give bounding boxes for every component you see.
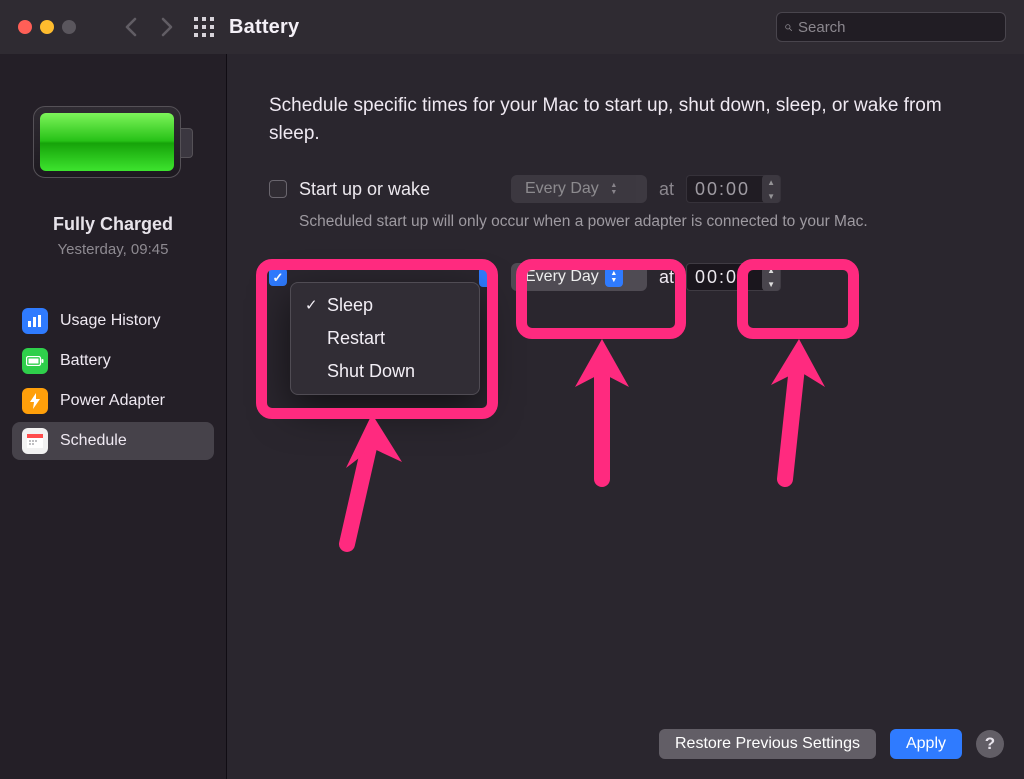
sidebar-item-label: Battery xyxy=(60,352,111,370)
calendar-icon xyxy=(22,428,48,454)
startup-note: Scheduled start up will only occur when … xyxy=(299,213,982,231)
sidebar-item-label: Schedule xyxy=(60,432,127,450)
menu-item-restart[interactable]: Restart xyxy=(297,322,473,355)
menu-item-label: Shut Down xyxy=(327,361,415,381)
startup-checkbox[interactable] xyxy=(269,180,287,198)
window-title: Battery xyxy=(229,16,299,39)
restore-button[interactable]: Restore Previous Settings xyxy=(659,729,876,759)
chart-icon xyxy=(22,308,48,334)
annotation-arrow-2 xyxy=(567,339,637,489)
startup-day-popup[interactable]: Every Day ▲▼ xyxy=(511,175,647,203)
battery-status: Fully Charged xyxy=(12,214,214,235)
main-panel: Schedule specific times for your Mac to … xyxy=(227,54,1024,779)
startup-label: Start up or wake xyxy=(299,179,499,200)
battery-icon xyxy=(22,348,48,374)
close-window-button[interactable] xyxy=(18,20,32,34)
menu-item-sleep[interactable]: ✓ Sleep xyxy=(297,289,473,322)
search-icon xyxy=(785,20,792,35)
startup-time-field[interactable]: 00:00 ▲▼ xyxy=(686,175,781,203)
popup-arrows-icon: ▲▼ xyxy=(605,267,623,287)
apply-button[interactable]: Apply xyxy=(890,729,962,759)
search-input[interactable] xyxy=(798,19,997,36)
shutdown-time-field[interactable]: 00:00 ▲▼ xyxy=(686,263,781,291)
sidebar-item-power-adapter[interactable]: Power Adapter xyxy=(12,382,214,420)
shutdown-day-value: Every Day xyxy=(525,268,599,286)
annotation-arrow-3 xyxy=(757,339,837,489)
shutdown-time-stepper[interactable]: ▲▼ xyxy=(762,263,780,291)
at-label: at xyxy=(659,179,674,200)
window-controls xyxy=(18,20,76,34)
sidebar: Fully Charged Yesterday, 09:45 Usage His… xyxy=(0,54,227,779)
intro-text: Schedule specific times for your Mac to … xyxy=(269,92,982,147)
footer: Restore Previous Settings Apply ? xyxy=(227,729,1024,759)
annotation-arrow-1 xyxy=(312,414,412,564)
shutdown-action-menu: ✓ Sleep Restart Shut Down xyxy=(290,282,480,395)
at-label: at xyxy=(659,267,674,288)
shutdown-day-popup[interactable]: Every Day ▲▼ xyxy=(511,263,647,291)
forward-button[interactable] xyxy=(149,12,185,42)
sidebar-item-usage-history[interactable]: Usage History xyxy=(12,302,214,340)
menu-item-shutdown[interactable]: Shut Down xyxy=(297,355,473,388)
shutdown-action-popup[interactable] xyxy=(479,267,497,287)
shutdown-time-value: 00:00 xyxy=(687,267,758,288)
help-button[interactable]: ? xyxy=(976,730,1004,758)
startup-time-value: 00:00 xyxy=(687,179,758,200)
back-button[interactable] xyxy=(113,12,149,42)
battery-status-time: Yesterday, 09:45 xyxy=(12,241,214,258)
battery-graphic xyxy=(33,98,193,184)
minimize-window-button[interactable] xyxy=(40,20,54,34)
startup-row: Start up or wake Every Day ▲▼ at 00:00 ▲… xyxy=(269,175,982,203)
sidebar-item-label: Power Adapter xyxy=(60,392,165,410)
check-icon: ✓ xyxy=(305,296,318,314)
titlebar: Battery xyxy=(0,0,1024,54)
startup-day-value: Every Day xyxy=(525,180,599,198)
sidebar-item-battery[interactable]: Battery xyxy=(12,342,214,380)
startup-time-stepper[interactable]: ▲▼ xyxy=(762,175,780,203)
menu-item-label: Sleep xyxy=(327,295,373,315)
sidebar-item-schedule[interactable]: Schedule xyxy=(12,422,214,460)
menu-item-label: Restart xyxy=(327,328,385,348)
sidebar-item-label: Usage History xyxy=(60,312,160,330)
shutdown-checkbox[interactable] xyxy=(269,268,287,286)
show-all-icon[interactable] xyxy=(191,14,217,40)
bolt-icon xyxy=(22,388,48,414)
popup-arrows-icon: ▲▼ xyxy=(605,179,623,199)
zoom-window-button[interactable] xyxy=(62,20,76,34)
search-field[interactable] xyxy=(776,12,1006,42)
